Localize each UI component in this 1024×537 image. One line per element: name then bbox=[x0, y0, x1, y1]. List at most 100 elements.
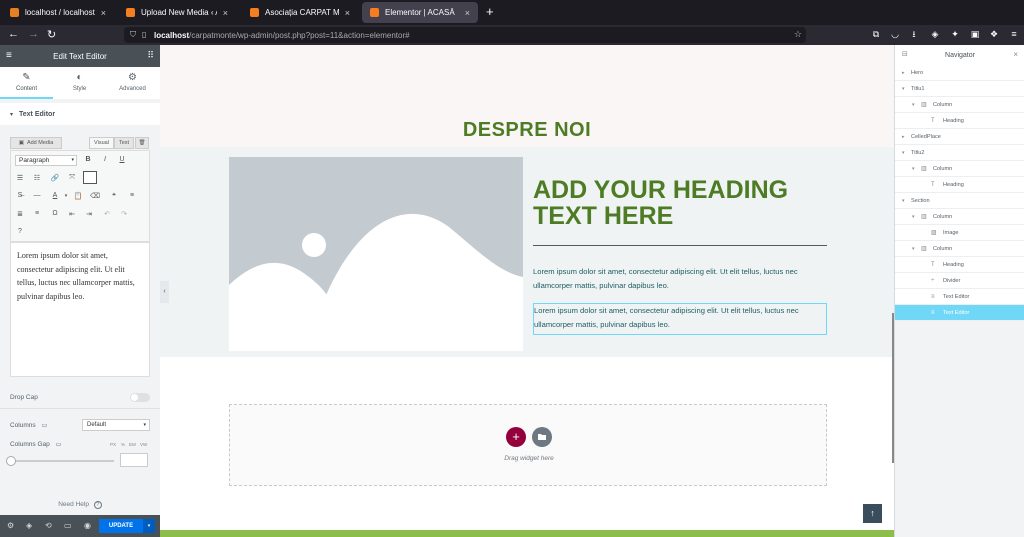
indent-icon[interactable]: ⇥ bbox=[84, 210, 94, 218]
trash-icon[interactable]: 🗑 bbox=[135, 137, 149, 149]
tab-close-icon[interactable]: × bbox=[101, 8, 106, 18]
pocket-icon[interactable]: ◡ bbox=[890, 29, 900, 39]
update-options-icon[interactable]: ▾ bbox=[143, 519, 155, 533]
navigator-item[interactable]: ▾ ▥ Column bbox=[895, 97, 1024, 113]
grid-icon[interactable]: ⠿ bbox=[147, 50, 154, 61]
download-icon[interactable]: ⭳ bbox=[909, 29, 919, 39]
help-icon[interactable]: ? bbox=[15, 228, 25, 235]
browser-tab[interactable]: localhost / localhost | phpMy × bbox=[2, 2, 114, 23]
back-icon[interactable]: ← bbox=[8, 28, 19, 40]
columns-gap-slider[interactable] bbox=[10, 460, 114, 462]
visual-tab[interactable]: Visual bbox=[89, 137, 114, 149]
history-icon[interactable]: ⟲ bbox=[45, 521, 52, 530]
close-icon[interactable]: × bbox=[1013, 50, 1018, 59]
redo-icon[interactable]: ↷ bbox=[119, 210, 129, 218]
special-char-icon[interactable]: Ω bbox=[50, 210, 60, 217]
expand-caret-icon[interactable]: ▾ bbox=[912, 166, 918, 172]
navigator-item[interactable]: T Heading bbox=[895, 257, 1024, 273]
navigator-item[interactable]: ▸ CelledPlace bbox=[895, 129, 1024, 145]
divider-widget[interactable] bbox=[533, 245, 827, 246]
bookmark-star-icon[interactable]: ☆ bbox=[794, 29, 802, 40]
expand-caret-icon[interactable]: ▾ bbox=[912, 246, 918, 252]
tab-content[interactable]: ✎ Content bbox=[0, 67, 53, 99]
expand-caret-icon[interactable]: ▾ bbox=[912, 214, 918, 220]
horizontal-line-icon[interactable]: — bbox=[32, 192, 42, 199]
unit-px[interactable]: PX bbox=[110, 442, 116, 447]
text-editor-2-selected[interactable]: Lorem ipsum dolor sit amet, consectetur … bbox=[533, 303, 827, 335]
add-section-button[interactable]: + bbox=[506, 427, 526, 447]
tab-style[interactable]: ◐ Style bbox=[53, 67, 106, 99]
expand-caret-icon[interactable]: ▸ bbox=[902, 70, 908, 76]
update-button[interactable]: UPDATE bbox=[99, 519, 143, 533]
panel-collapse-handle[interactable]: ‹ bbox=[160, 281, 169, 303]
browser-tab[interactable]: Asociația CARPAT MONTE – × bbox=[242, 2, 358, 23]
columns-gap-input[interactable] bbox=[120, 453, 148, 467]
puzzle-icon[interactable]: ✦ bbox=[950, 29, 960, 39]
scroll-to-top-button[interactable]: ↑ bbox=[863, 504, 882, 523]
layers-icon[interactable]: ◈ bbox=[26, 521, 32, 530]
navigator-item[interactable]: ▸ Hero bbox=[895, 65, 1024, 81]
numbered-list-icon[interactable]: ☷ bbox=[32, 174, 42, 182]
outdent-icon[interactable]: ⇤ bbox=[67, 210, 77, 218]
image-placeholder[interactable] bbox=[229, 157, 523, 351]
responsive-icon[interactable]: ▭ bbox=[64, 521, 72, 530]
tab-close-icon[interactable]: × bbox=[345, 8, 350, 18]
expand-caret-icon[interactable]: ▾ bbox=[902, 198, 908, 204]
section-toggle-text-editor[interactable]: ▾ Text Editor bbox=[0, 103, 160, 125]
tab-close-icon[interactable]: × bbox=[465, 8, 470, 18]
expand-caret-icon[interactable]: ▾ bbox=[902, 150, 908, 156]
extensions-icon[interactable]: ❖ bbox=[989, 29, 999, 39]
forward-icon[interactable]: → bbox=[28, 28, 39, 40]
link-icon[interactable]: 🔗 bbox=[50, 174, 60, 182]
template-library-button[interactable] bbox=[532, 427, 552, 447]
add-section-dropzone[interactable]: + Drag widget here bbox=[229, 404, 827, 486]
undo-icon[interactable]: ↶ bbox=[102, 210, 112, 218]
text-tab[interactable]: Text bbox=[114, 137, 134, 149]
navigator-item[interactable]: ≡ Text Editor bbox=[895, 289, 1024, 305]
navigator-item[interactable]: ▨ Image bbox=[895, 225, 1024, 241]
navigator-item[interactable]: ÷ Divider bbox=[895, 273, 1024, 289]
editor-content[interactable]: Lorem ipsum dolor sit amet, consectetur … bbox=[10, 242, 150, 377]
paste-text-icon[interactable]: 📋 bbox=[73, 192, 83, 200]
italic-icon[interactable]: I bbox=[100, 156, 110, 163]
need-help-link[interactable]: Need Help ? bbox=[0, 501, 160, 509]
navigator-item[interactable]: T Heading bbox=[895, 113, 1024, 129]
unit-em[interactable]: EM bbox=[129, 442, 136, 447]
bullet-list-icon[interactable]: ☰ bbox=[15, 174, 25, 182]
hamburger-icon[interactable]: ≡ bbox=[6, 50, 12, 61]
blockquote-icon[interactable]: ❝ bbox=[109, 192, 119, 200]
strikethrough-icon[interactable]: S̶ bbox=[15, 192, 25, 199]
expand-caret-icon[interactable]: ▾ bbox=[912, 102, 918, 108]
browser-tab[interactable]: Elementor | ACASĂ × bbox=[362, 2, 478, 23]
navigator-item[interactable]: T Heading bbox=[895, 177, 1024, 193]
browser-tab[interactable]: Upload New Media ‹ Asociați × bbox=[118, 2, 236, 23]
paragraph-select[interactable]: Paragraph ▾ bbox=[15, 155, 77, 166]
expand-caret-icon[interactable]: ▾ bbox=[902, 86, 908, 92]
settings-icon[interactable]: ⚙ bbox=[7, 521, 14, 530]
shield-icon[interactable]: ⛉ bbox=[130, 30, 136, 40]
section-title[interactable]: DESPRE NOI bbox=[160, 119, 894, 142]
navigator-item[interactable]: ▾ Titlu2 bbox=[895, 145, 1024, 161]
navigator-item[interactable]: ▾ ▥ Column bbox=[895, 241, 1024, 257]
preview-eye-icon[interactable]: ◉ bbox=[84, 521, 91, 530]
tab-close-icon[interactable]: × bbox=[223, 8, 228, 18]
main-heading[interactable]: ADD YOUR HEADING TEXT HERE bbox=[533, 177, 833, 229]
navigator-item[interactable]: ▾ ▥ Column bbox=[895, 209, 1024, 225]
align-left-icon[interactable]: ≡ bbox=[127, 192, 137, 199]
navigator-item[interactable]: ▾ Section bbox=[895, 193, 1024, 209]
align-right-icon[interactable]: ≡ bbox=[32, 210, 42, 217]
navigator-item[interactable]: ▾ ▥ Column bbox=[895, 161, 1024, 177]
slider-handle[interactable] bbox=[6, 456, 16, 466]
expand-caret-icon[interactable]: ▸ bbox=[902, 134, 908, 140]
toolbar-toggle-icon[interactable] bbox=[83, 171, 97, 184]
clear-format-icon[interactable]: ⌫ bbox=[90, 192, 100, 200]
navigator-item[interactable]: ▾ Titlu1 bbox=[895, 81, 1024, 97]
text-editor-1[interactable]: Lorem ipsum dolor sit amet, consectetur … bbox=[533, 265, 827, 293]
new-tab-button[interactable]: + bbox=[486, 4, 494, 19]
text-color-icon[interactable]: A bbox=[50, 192, 60, 199]
url-bar[interactable]: ⛉ ▯ localhost /carpatmonte/wp-admin/post… bbox=[124, 27, 806, 43]
drop-cap-toggle[interactable] bbox=[130, 392, 150, 402]
align-center-icon[interactable]: ≣ bbox=[15, 210, 25, 218]
color-chevron-icon[interactable]: ▾ bbox=[61, 193, 71, 199]
tab-advanced[interactable]: ⚙ Advanced bbox=[106, 67, 159, 99]
